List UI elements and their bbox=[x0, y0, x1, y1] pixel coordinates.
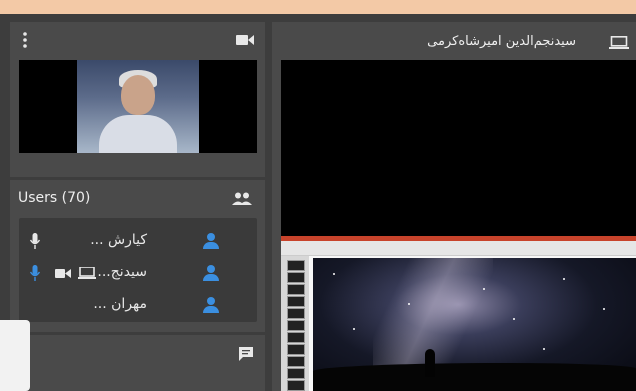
kebab-menu-icon[interactable] bbox=[16, 30, 34, 50]
top-strip bbox=[0, 0, 636, 14]
videocam-icon bbox=[53, 266, 73, 280]
microphone-icon[interactable] bbox=[27, 232, 43, 250]
slide-thumbnails bbox=[281, 256, 309, 391]
user-avatar-icon bbox=[201, 295, 221, 315]
chat-panel bbox=[10, 335, 265, 391]
user-name: مهران ... bbox=[93, 296, 147, 312]
chat-icon[interactable] bbox=[237, 345, 255, 361]
videocam-icon[interactable] bbox=[235, 31, 255, 49]
user-row[interactable]: مهران ... bbox=[19, 290, 257, 320]
screen-share-icon bbox=[77, 266, 97, 280]
screen-share-panel: سیدنجم‌الدین امیرشاه‌کرمی bbox=[272, 22, 636, 391]
laptop-icon[interactable] bbox=[608, 34, 630, 50]
user-avatar-icon bbox=[201, 231, 221, 251]
users-title: Users (70) bbox=[18, 190, 91, 206]
user-name: کیارش ... bbox=[90, 232, 147, 248]
camera-panel bbox=[10, 22, 265, 177]
shared-screen-black-area bbox=[281, 60, 636, 236]
side-drawer-tab[interactable] bbox=[0, 320, 30, 391]
shared-presentation-window bbox=[281, 236, 636, 391]
user-avatar-icon bbox=[201, 263, 221, 283]
milky-way-slide-image bbox=[313, 258, 636, 391]
webcam-video bbox=[19, 60, 257, 153]
standing-person-silhouette bbox=[425, 349, 435, 377]
user-list: کیارش ... سیدنج... مهران ... bbox=[19, 218, 257, 322]
user-row[interactable]: سیدنج... bbox=[19, 258, 257, 288]
people-icon bbox=[231, 190, 253, 206]
microphone-active-icon[interactable] bbox=[27, 264, 43, 282]
user-name: سیدنج... bbox=[97, 264, 147, 280]
webcam-person bbox=[77, 60, 199, 153]
users-panel: Users (70) کیارش ... سیدنج... مهران ... bbox=[10, 180, 265, 332]
user-row[interactable]: کیارش ... bbox=[19, 226, 257, 256]
presenter-name: سیدنجم‌الدین امیرشاه‌کرمی bbox=[427, 34, 576, 49]
presentation-ribbon bbox=[281, 241, 636, 256]
